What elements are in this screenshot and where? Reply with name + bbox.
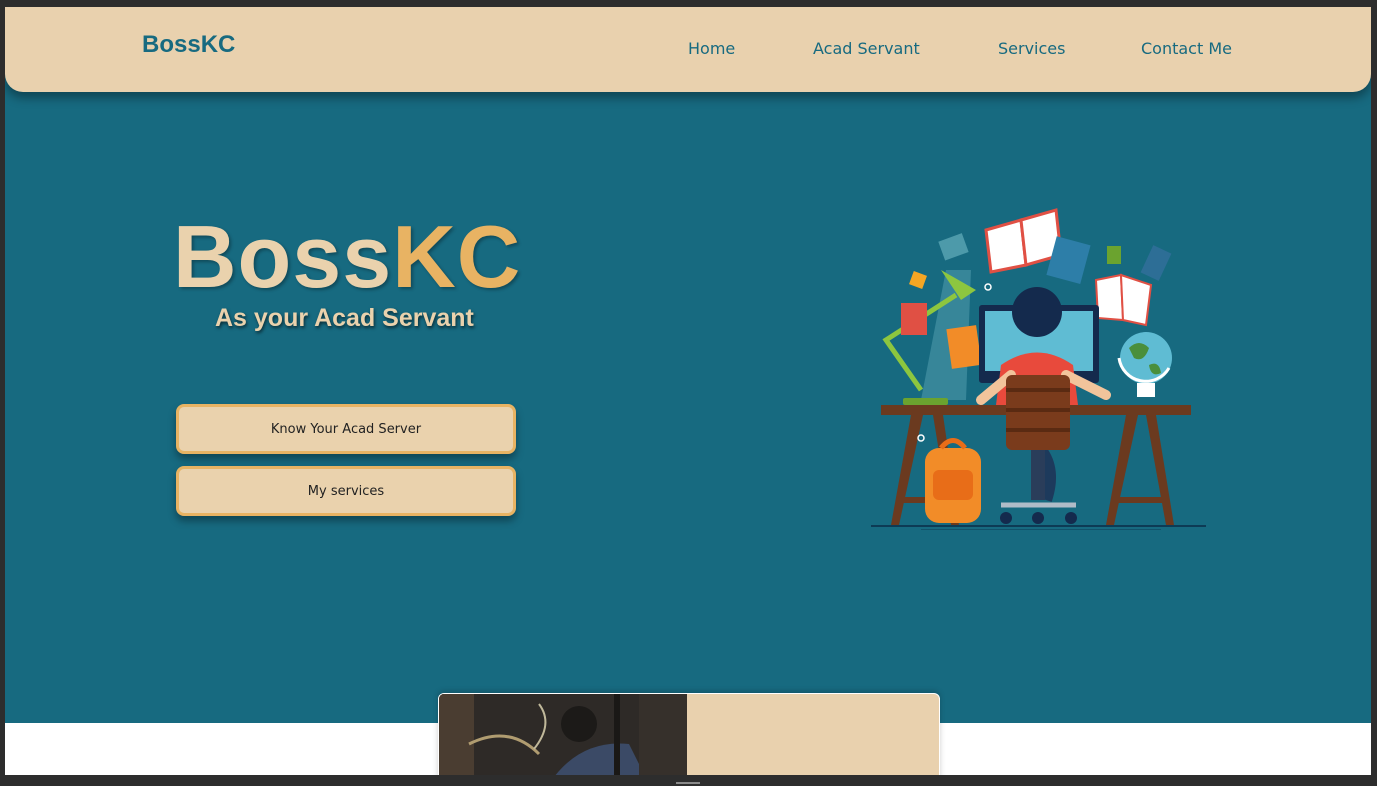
- nav-acad-servant[interactable]: Acad Servant: [813, 39, 920, 58]
- open-book-right: [1094, 273, 1153, 327]
- my-services-button[interactable]: My services: [176, 466, 516, 516]
- hero-title: BossKC: [173, 212, 521, 302]
- book-orange: [946, 325, 982, 369]
- hero-title-part1: Boss: [173, 207, 393, 306]
- book-green: [1107, 246, 1121, 264]
- nav-home[interactable]: Home: [688, 39, 735, 58]
- globe: [1117, 332, 1172, 397]
- photo-image: [439, 694, 687, 775]
- nav-contact-me[interactable]: Contact Me: [1141, 39, 1232, 58]
- student-studying-illustration: [871, 208, 1206, 530]
- floor-lines: [871, 525, 1206, 530]
- backpack: [925, 438, 981, 523]
- page: BossKC As your Acad Servant Know Your Ac…: [5, 7, 1371, 775]
- scroll-handle[interactable]: [676, 782, 700, 784]
- brand-logo[interactable]: BossKC: [142, 31, 235, 59]
- hero-title-part2: KC: [392, 207, 522, 306]
- navbar: BossKC Home Acad Servant Services Contac…: [5, 7, 1371, 92]
- office-chair: [1000, 375, 1077, 524]
- about-card: [438, 693, 940, 775]
- nav-services[interactable]: Services: [998, 39, 1065, 58]
- sparkle: [984, 283, 992, 291]
- book-small-orange: [909, 271, 927, 289]
- book-red: [901, 303, 927, 335]
- hero-section: BossKC As your Acad Servant Know Your Ac…: [5, 7, 1371, 775]
- sparkle: [917, 434, 925, 442]
- book-navy: [1140, 245, 1172, 281]
- card-photo: [439, 694, 687, 775]
- know-your-acad-server-button[interactable]: Know Your Acad Server: [176, 404, 516, 454]
- book-teal: [938, 233, 969, 261]
- hero-subtitle: As your Acad Servant: [215, 304, 474, 332]
